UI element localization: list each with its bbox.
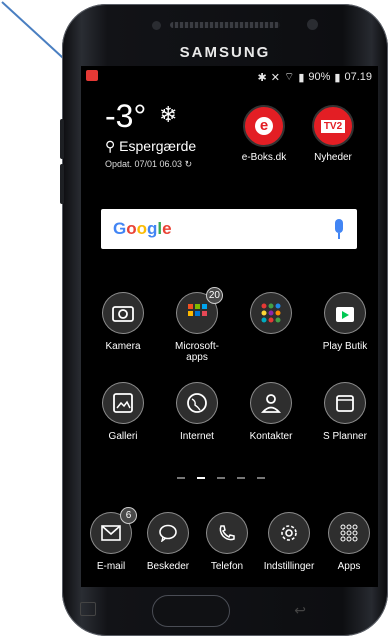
google-search-bar[interactable]: Google xyxy=(101,209,357,249)
sensor-icon xyxy=(152,21,161,30)
app-label: Apps xyxy=(337,561,361,572)
back-icon[interactable]: ↩ xyxy=(294,602,306,619)
city-name: ⚲ Espergærde xyxy=(105,138,197,154)
google-logo: Google xyxy=(113,219,172,238)
app-internet[interactable]: Internet xyxy=(165,382,229,442)
dock-apps[interactable]: Apps xyxy=(321,512,377,572)
app-microsoft-apps[interactable]: 20 Microsoft-apps xyxy=(165,287,229,363)
mic-icon[interactable] xyxy=(335,219,343,239)
dock-beskeder[interactable]: Beskeder xyxy=(140,512,196,572)
dock-telefon[interactable]: Telefon xyxy=(199,512,255,572)
app-label: Microsoft-apps xyxy=(175,341,219,363)
app-label: Galleri xyxy=(108,431,138,442)
app-label: Telefon xyxy=(210,561,244,572)
weather-widget[interactable]: -3° ❄ ⚲ Espergærde Opdat. 07/01 06.03 ↻ xyxy=(105,100,196,170)
app-label: Kontakter xyxy=(249,431,293,442)
temperature: -3° xyxy=(105,98,147,134)
notification-icon xyxy=(86,70,98,81)
brand-logo: SAMSUNG xyxy=(179,44,271,61)
battery-icon: ▮ xyxy=(334,71,341,84)
front-camera-icon xyxy=(307,19,318,30)
hardware-navbar: ↩ xyxy=(70,592,316,628)
app-label: Nyheder xyxy=(314,152,352,163)
snow-icon: ❄ xyxy=(159,102,178,127)
contacts-icon xyxy=(250,382,292,424)
wifi-icon: ⌔ xyxy=(283,71,295,83)
home-screen: ✱ ✕ ⌔ ▮ 90% ▮ 07.19 -3° ❄ ⚲ Espergærde O… xyxy=(81,66,378,587)
dock-email[interactable]: 6 E-mail xyxy=(83,507,139,572)
camera-icon xyxy=(102,292,144,334)
page-dot[interactable] xyxy=(257,477,265,479)
mail-icon: 6 xyxy=(90,507,137,554)
app-label: Play Butik xyxy=(322,341,368,352)
folder-icon-2 xyxy=(250,292,292,334)
gallery-icon xyxy=(102,382,144,424)
play-store-icon xyxy=(324,292,366,334)
status-bar: ✱ ✕ ⌔ ▮ 90% ▮ 07.19 xyxy=(81,66,378,86)
bluetooth-icon: ✱ xyxy=(257,71,267,84)
app-label: e-Boks.dk xyxy=(241,152,287,163)
page-dot[interactable] xyxy=(217,477,225,479)
calendar-icon xyxy=(324,382,366,424)
earpiece-speaker xyxy=(170,22,280,28)
app-label: Internet xyxy=(180,431,214,442)
app-label: Indstillinger xyxy=(263,561,315,572)
home-button[interactable] xyxy=(152,595,230,627)
clock: 07.19 xyxy=(344,71,372,83)
recent-apps-icon[interactable] xyxy=(80,602,96,616)
e-icon: e xyxy=(243,105,285,147)
app-folder[interactable] xyxy=(239,292,303,341)
mute-icon: ✕ xyxy=(270,71,280,84)
battery-percent: 90% xyxy=(308,71,331,83)
app-s-planner[interactable]: S Planner xyxy=(313,382,377,442)
gear-icon xyxy=(268,512,310,554)
app-nyheder[interactable]: TV2 Nyheder xyxy=(303,105,363,163)
page-indicator[interactable] xyxy=(177,477,265,479)
apps-grid-icon xyxy=(328,512,370,554)
volume-button[interactable] xyxy=(60,164,64,204)
app-label: Beskeder xyxy=(146,561,190,572)
app-galleri[interactable]: Galleri xyxy=(91,382,155,442)
page-dot[interactable] xyxy=(197,477,205,479)
message-icon xyxy=(147,512,189,554)
status-indicators: ✱ ✕ ⌔ ▮ 90% ▮ 07.19 xyxy=(258,70,372,84)
page-dot[interactable] xyxy=(237,477,245,479)
app-kamera[interactable]: Kamera xyxy=(91,292,155,352)
app-play-butik[interactable]: Play Butik xyxy=(313,292,377,352)
tv2-icon: TV2 xyxy=(312,105,354,147)
signal-icon: ▮ xyxy=(298,71,305,84)
app-kontakter[interactable]: Kontakter xyxy=(239,382,303,442)
page-dot[interactable] xyxy=(177,477,185,479)
notification-badge: 6 xyxy=(120,507,137,524)
app-label: E-mail xyxy=(96,561,126,572)
globe-icon xyxy=(176,382,218,424)
folder-icon: 20 xyxy=(176,287,223,334)
app-label: S Planner xyxy=(323,431,367,442)
dock-indstillinger[interactable]: Indstillinger xyxy=(258,512,320,572)
volume-button[interactable] xyxy=(60,119,64,159)
app-eboks[interactable]: e e-Boks.dk xyxy=(234,105,294,163)
notification-badge: 20 xyxy=(205,287,223,304)
updated-time: Opdat. 07/01 06.03 ↻ xyxy=(105,159,193,169)
phone-icon xyxy=(206,512,248,554)
app-label: Kamera xyxy=(105,341,141,352)
